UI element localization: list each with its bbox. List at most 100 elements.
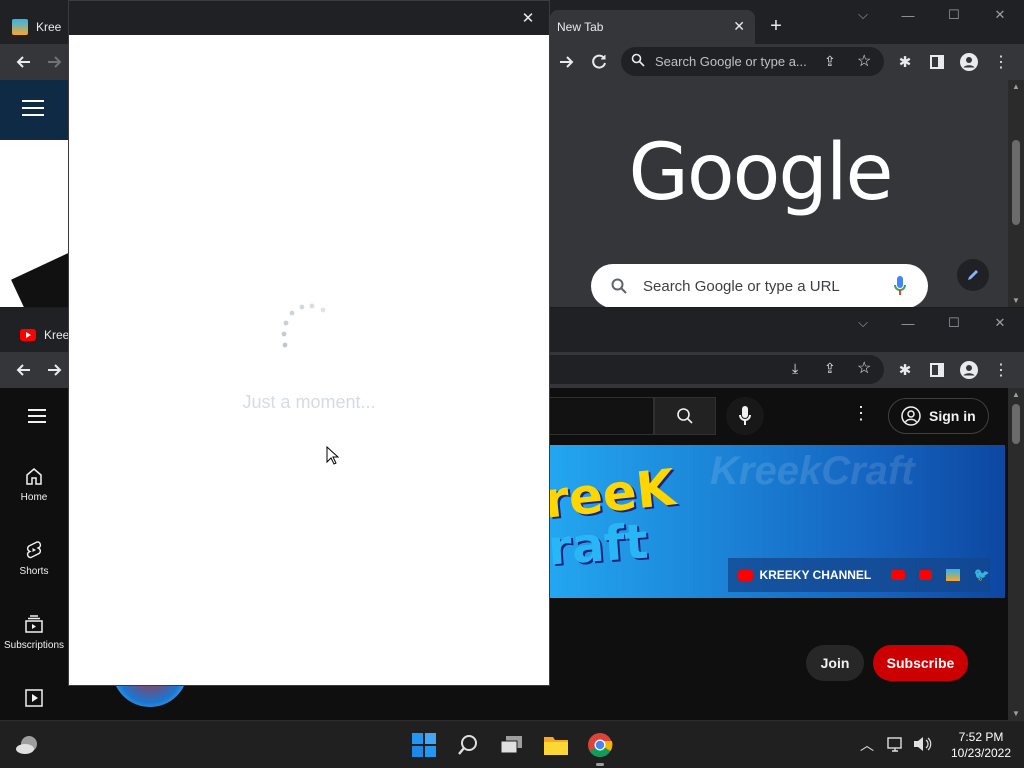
profile-avatar-icon[interactable] xyxy=(955,48,983,76)
mouse-cursor-icon xyxy=(326,446,340,466)
tray-chevron-icon[interactable]: ︿ xyxy=(860,735,874,755)
youtube-search-button[interactable] xyxy=(654,397,716,435)
task-view-icon[interactable] xyxy=(496,729,528,761)
chrome-active-indicator xyxy=(596,763,604,766)
bottom-chrome-menu-icon[interactable]: ⋮ xyxy=(987,356,1015,384)
bottom-extensions-puzzle-icon[interactable]: ✱ xyxy=(891,356,919,384)
minimize-button[interactable]: — xyxy=(885,0,931,30)
clock-time[interactable]: 7:52 PM xyxy=(944,730,1018,744)
close-tab-icon[interactable]: ✕ xyxy=(733,18,745,35)
banner-logo-line2: raft xyxy=(550,513,650,577)
bottom-scrollbar[interactable]: ▲ ▼ xyxy=(1008,388,1024,720)
youtube-search-input[interactable] xyxy=(550,397,654,435)
ntp-search-icon xyxy=(611,278,627,294)
banner-social-bar: KREEKY CHANNEL 🐦 xyxy=(728,558,990,592)
youtube-search-icon xyxy=(677,408,693,424)
youtube-settings-dots-icon[interactable]: ⋮ xyxy=(852,403,870,424)
subscriptions-icon xyxy=(25,615,43,633)
search-taskbar-icon[interactable] xyxy=(452,729,484,761)
bottom-tab-search-chevron-icon[interactable]: ⌵ xyxy=(840,308,886,338)
home-icon xyxy=(26,468,42,485)
sign-in-label: Sign in xyxy=(929,408,976,424)
maximize-button[interactable]: ☐ xyxy=(931,0,977,30)
popup-dialog: ✕ Just a moment... xyxy=(68,0,550,686)
youtube-voice-search-button[interactable] xyxy=(726,397,764,435)
banner-twitter-icon: 🐦 xyxy=(973,567,990,582)
ntp-search-box[interactable]: Search Google or type a URL xyxy=(591,264,928,307)
chrome-taskbar-icon[interactable] xyxy=(584,729,616,766)
omnibox-search-icon xyxy=(631,53,645,67)
banner-youtube-icon-1 xyxy=(891,570,905,580)
taskbar: ︿ 7:52 PM 10/23/2022 xyxy=(0,720,1024,768)
volume-icon[interactable] xyxy=(912,735,932,753)
sidebar-home-label: Home xyxy=(20,492,48,503)
file-explorer-icon[interactable] xyxy=(540,729,572,761)
back-arrow-icon[interactable] xyxy=(9,48,37,76)
bottom-close-window-button[interactable]: ✕ xyxy=(977,308,1023,338)
youtube-hamburger-icon[interactable] xyxy=(28,409,46,423)
bottom-tab-youtube[interactable]: Kree xyxy=(20,320,70,350)
new-tab-button[interactable]: + xyxy=(762,12,790,40)
weather-widget-icon[interactable] xyxy=(12,729,44,761)
start-windows-icon[interactable] xyxy=(408,729,440,761)
customize-pencil-button[interactable] xyxy=(957,259,989,291)
reload-icon[interactable] xyxy=(585,48,613,76)
side-panel-icon[interactable] xyxy=(923,48,951,76)
bottom-profile-avatar-icon[interactable] xyxy=(955,356,983,384)
banner-youtube-logo-icon xyxy=(738,569,754,581)
banner-kreekcraft-icon xyxy=(946,569,960,581)
top-left-hamburger-icon[interactable] xyxy=(22,100,44,116)
kreekcraft-favicon-icon xyxy=(12,19,28,35)
banner-channel-label: KREEKY CHANNEL xyxy=(759,568,872,582)
banner-watermark: KreekCraft xyxy=(710,449,915,493)
account-circle-icon xyxy=(901,406,921,426)
bottom-side-panel-icon[interactable] xyxy=(923,356,951,384)
shorts-icon xyxy=(26,541,42,559)
join-button[interactable]: Join xyxy=(806,645,864,681)
channel-banner: KreekCraft reeK raft KREEKY CHANNEL 🐦 xyxy=(550,445,1005,598)
top-tab-kreekcraft[interactable]: Kree xyxy=(12,12,68,42)
sidebar-item-library[interactable] xyxy=(0,688,68,708)
bottom-bookmark-star-icon[interactable]: ☆ xyxy=(857,358,871,378)
youtube-favicon-icon xyxy=(20,329,36,341)
bookmark-star-icon[interactable]: ☆ xyxy=(857,51,871,71)
bottom-tab-title: Kree xyxy=(44,328,70,342)
bottom-share-icon[interactable]: ⇪ xyxy=(824,360,836,377)
install-app-icon[interactable]: ⤓ xyxy=(792,360,798,377)
omnibox-placeholder: Search Google or type a... xyxy=(655,54,807,69)
loading-text: Just a moment... xyxy=(242,392,376,412)
close-window-button[interactable]: ✕ xyxy=(977,0,1023,30)
bottom-forward-arrow-icon[interactable] xyxy=(41,356,69,384)
sidebar-item-home[interactable]: Home xyxy=(0,466,68,503)
popup-close-button[interactable]: ✕ xyxy=(515,7,541,29)
youtube-mic-icon xyxy=(739,406,751,425)
clock-date[interactable]: 10/23/2022 xyxy=(938,746,1024,760)
voice-search-mic-icon[interactable] xyxy=(894,276,906,296)
tab-search-chevron-icon[interactable]: ⌵ xyxy=(840,0,886,30)
sidebar-subscriptions-label: Subscriptions xyxy=(3,640,65,651)
top-tab-new-tab[interactable]: New Tab ✕ xyxy=(550,10,755,44)
network-icon[interactable] xyxy=(887,735,905,753)
omnibox[interactable]: Search Google or type a... ⇪ ☆ xyxy=(621,47,884,76)
sidebar-item-shorts[interactable]: Shorts xyxy=(0,540,68,577)
subscribe-button[interactable]: Subscribe xyxy=(873,645,968,681)
forward-arrow-icon[interactable] xyxy=(41,48,69,76)
chrome-menu-icon[interactable]: ⋮ xyxy=(987,48,1015,76)
banner-youtube-icon-2 xyxy=(918,570,933,580)
popup-title-bar xyxy=(69,1,549,35)
sidebar-item-subscriptions[interactable]: Subscriptions xyxy=(0,614,68,651)
loading-spinner-icon xyxy=(276,301,332,357)
extensions-puzzle-icon[interactable]: ✱ xyxy=(891,48,919,76)
top-tab-kreekcraft-title: Kree xyxy=(36,20,62,34)
top-left-page-body xyxy=(0,140,109,307)
bottom-minimize-button[interactable]: — xyxy=(885,308,931,338)
bottom-back-arrow-icon[interactable] xyxy=(9,356,37,384)
bottom-maximize-button[interactable]: ☐ xyxy=(931,308,977,338)
top-scrollbar[interactable]: ▲ ▼ xyxy=(1008,80,1024,307)
sidebar-shorts-label: Shorts xyxy=(19,566,49,577)
sign-in-button[interactable]: Sign in xyxy=(888,398,989,434)
share-icon[interactable]: ⇪ xyxy=(824,53,836,70)
library-icon xyxy=(25,689,43,707)
forward-arrow-icon-visible[interactable] xyxy=(553,48,581,76)
bottom-omnibox[interactable]: ⤓ ⇪ ☆ xyxy=(550,355,884,384)
